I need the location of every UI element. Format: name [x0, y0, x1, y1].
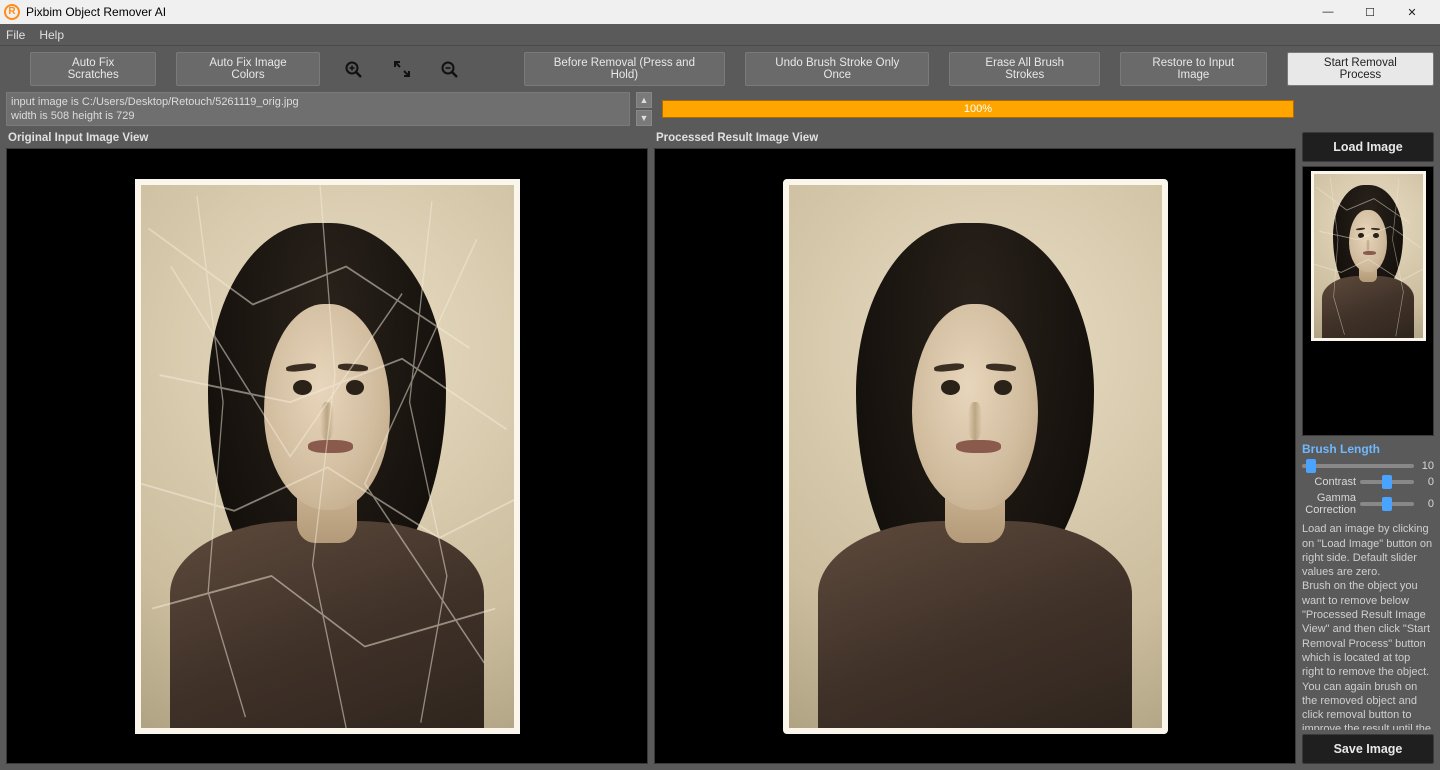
processed-photo	[783, 179, 1168, 734]
contrast-label: Contrast	[1302, 476, 1356, 488]
before-removal-button[interactable]: Before Removal (Press and Hold)	[524, 52, 726, 86]
original-pane-label: Original Input Image View	[6, 132, 648, 144]
processed-pane-label: Processed Result Image View	[654, 132, 1296, 144]
save-image-button[interactable]: Save Image	[1302, 734, 1434, 764]
progress-bar: 100%	[662, 100, 1294, 118]
load-image-button[interactable]: Load Image	[1302, 132, 1434, 162]
start-removal-button[interactable]: Start Removal Process	[1287, 52, 1434, 86]
close-icon[interactable]: ✕	[1400, 6, 1424, 19]
gamma-slider[interactable]: Gamma Correction 0	[1302, 492, 1434, 516]
log-row: input image is C:/Users/Desktop/Retouch/…	[0, 92, 1440, 126]
window-title: Pixbim Object Remover AI	[26, 5, 166, 19]
brush-length-slider[interactable]: 10	[1302, 460, 1434, 472]
brush-length-value: 10	[1418, 460, 1434, 472]
restore-button[interactable]: Restore to Input Image	[1120, 52, 1267, 86]
app-logo-icon: R	[4, 4, 20, 20]
original-pane: Original Input Image View	[6, 132, 648, 764]
original-image-view[interactable]	[6, 148, 648, 764]
log-scroll: ▲ ▼	[636, 92, 652, 126]
title-bar: R Pixbim Object Remover AI — ☐ ✕	[0, 0, 1440, 24]
gamma-label: Gamma Correction	[1302, 492, 1356, 516]
log-output: input image is C:/Users/Desktop/Retouch/…	[6, 92, 630, 126]
progress-label: 100%	[964, 103, 992, 115]
menu-file[interactable]: File	[6, 28, 25, 42]
zoom-out-icon[interactable]	[436, 59, 464, 79]
minimize-icon[interactable]: —	[1316, 6, 1340, 19]
auto-fix-colors-button[interactable]: Auto Fix Image Colors	[176, 52, 320, 86]
gamma-value: 0	[1418, 498, 1434, 510]
toolbar: Auto Fix Scratches Auto Fix Image Colors…	[0, 46, 1440, 92]
brush-length-label: Brush Length	[1302, 442, 1434, 456]
menu-help[interactable]: Help	[39, 28, 64, 42]
processed-pane: Processed Result Image View	[654, 132, 1296, 764]
scroll-down-icon[interactable]: ▼	[636, 110, 652, 126]
zoom-in-icon[interactable]	[340, 59, 368, 79]
contrast-value: 0	[1418, 476, 1434, 488]
side-panel: Load Image	[1302, 132, 1434, 764]
main-row: Original Input Image View	[0, 132, 1440, 770]
fullscreen-icon[interactable]	[388, 59, 416, 79]
undo-brush-button[interactable]: Undo Brush Stroke Only Once	[745, 52, 929, 86]
maximize-icon[interactable]: ☐	[1358, 6, 1382, 19]
image-panes: Original Input Image View	[6, 132, 1296, 764]
scroll-up-icon[interactable]: ▲	[636, 92, 652, 108]
menu-bar: File Help	[0, 24, 1440, 46]
thumbnail-photo	[1311, 171, 1426, 341]
original-photo	[135, 179, 520, 734]
erase-all-button[interactable]: Erase All Brush Strokes	[949, 52, 1100, 86]
help-text: Load an image by clicking on "Load Image…	[1302, 522, 1434, 730]
processed-image-view[interactable]	[654, 148, 1296, 764]
window-controls: — ☐ ✕	[1316, 6, 1436, 19]
contrast-slider[interactable]: Contrast 0	[1302, 476, 1434, 488]
auto-fix-scratches-button[interactable]: Auto Fix Scratches	[30, 52, 156, 86]
thumbnail-view[interactable]	[1302, 166, 1434, 436]
